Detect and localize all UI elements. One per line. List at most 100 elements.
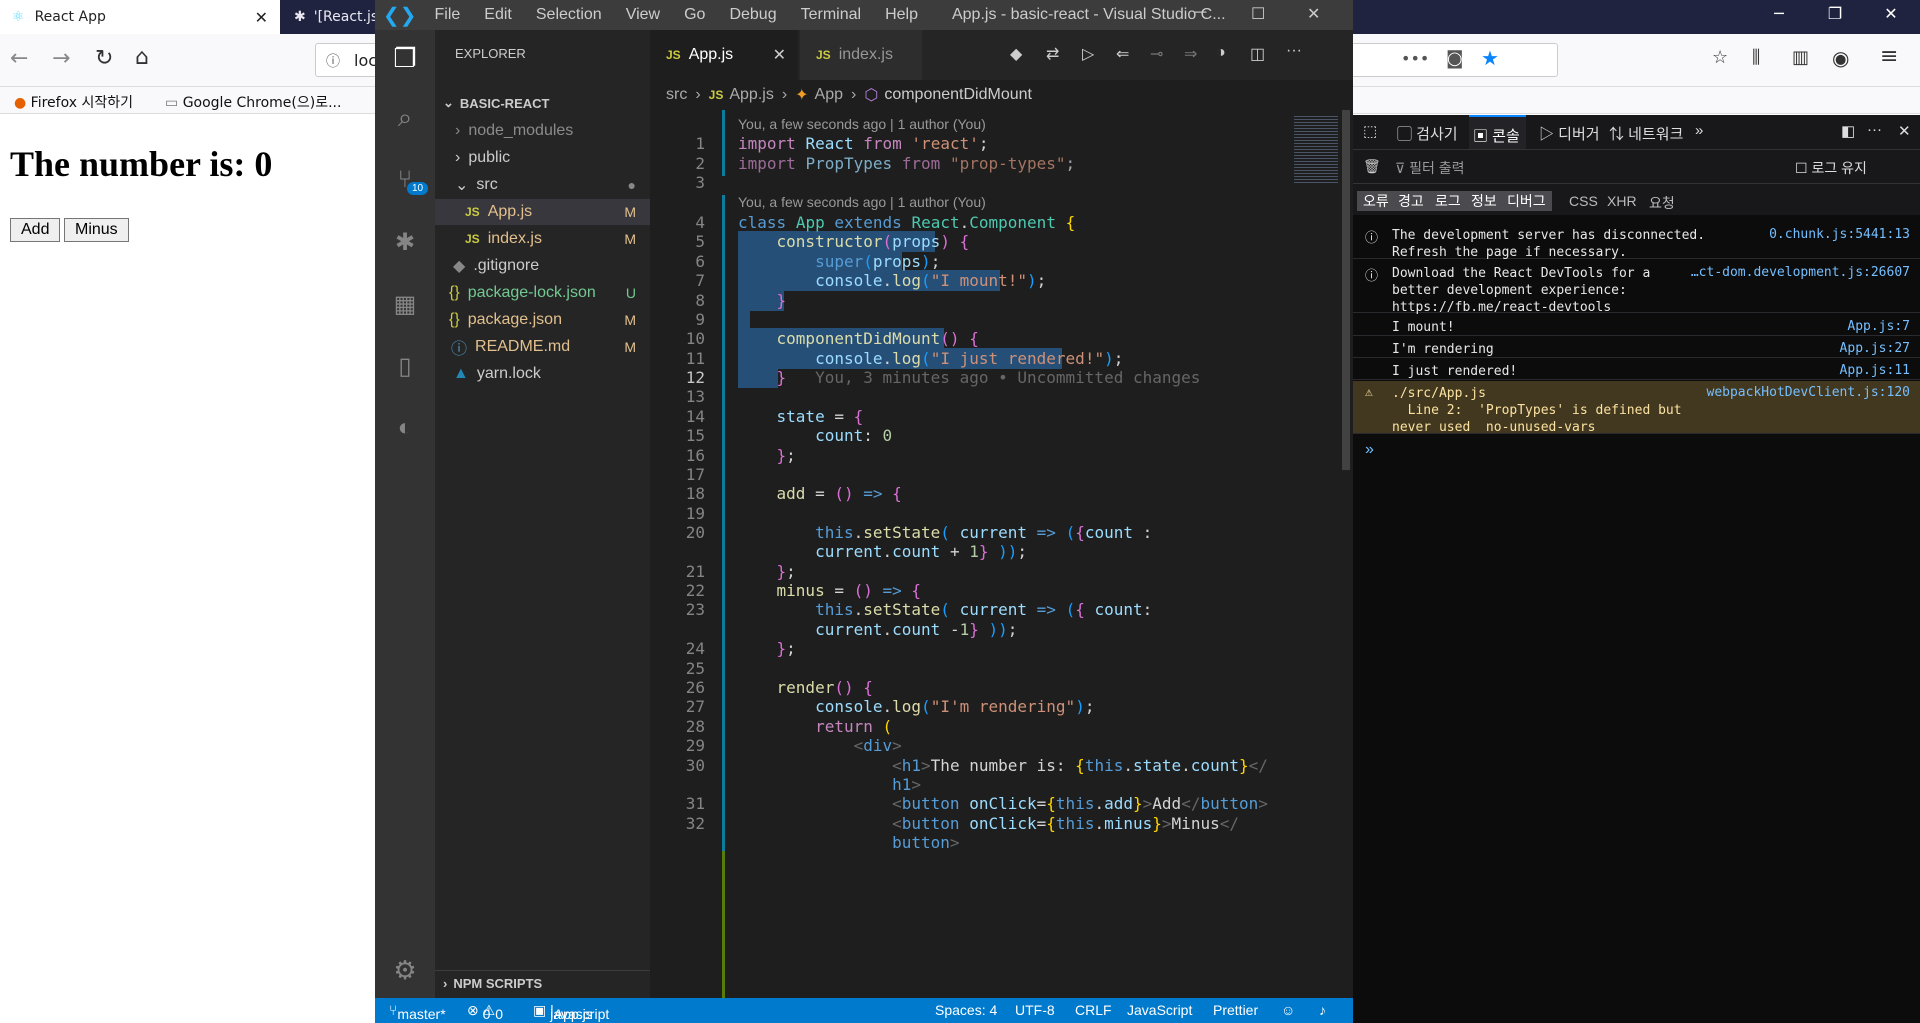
split-editor-icon[interactable]: ◫ xyxy=(1250,44,1265,64)
back-icon[interactable]: ← xyxy=(10,46,28,71)
menu-view[interactable]: View xyxy=(626,6,660,23)
notifications-bell-icon[interactable]: ♪ xyxy=(1319,1002,1326,1018)
vscode-close-button[interactable]: ✕ xyxy=(1307,4,1320,24)
close-tab-icon[interactable]: ✕ xyxy=(773,45,786,65)
git-graph-icon[interactable]: ◐ xyxy=(375,400,435,456)
window-close-button[interactable]: ✕ xyxy=(1868,0,1914,28)
message-source-link[interactable]: App.js:11 xyxy=(1840,363,1910,378)
bookmark-firefox[interactable]: ● Firefox 시작하기 xyxy=(14,92,133,112)
bookmark-folder-chrome[interactable]: ▭ Google Chrome(으)로... xyxy=(165,92,341,112)
library-icon[interactable]: ⫼ xyxy=(1752,47,1760,68)
message-source-link[interactable]: App.js:7 xyxy=(1847,319,1910,334)
message-source-link[interactable]: 0.chunk.js:5441:13 xyxy=(1769,227,1910,242)
breadcrumb-file[interactable]: App.js xyxy=(729,86,773,104)
message-source-link[interactable]: …ct-dom.development.js:26607 xyxy=(1691,265,1910,280)
menu-edit[interactable]: Edit xyxy=(484,6,512,23)
level-warnings[interactable]: 경고 xyxy=(1392,191,1430,211)
search-icon[interactable]: ⌕ xyxy=(375,90,435,146)
forward-icon[interactable]: → xyxy=(52,46,70,71)
open-changes-icon[interactable]: ◑ xyxy=(1216,44,1226,62)
devtools-close-icon[interactable]: ✕ xyxy=(1898,122,1911,140)
debug-icon[interactable]: ✱ xyxy=(375,214,435,270)
tab-inspector[interactable]: ▢ 검사기 xyxy=(1397,123,1458,144)
scrollbar[interactable] xyxy=(1342,110,1350,470)
account-icon[interactable]: ◉ xyxy=(1832,46,1849,70)
menu-go[interactable]: Go xyxy=(684,6,705,23)
add-button[interactable]: Add xyxy=(10,218,61,242)
tree-item-index-js[interactable]: JS index.js M xyxy=(435,226,650,252)
encoding-status[interactable]: UTF-8 xyxy=(1015,1002,1055,1018)
tree-item-src[interactable]: ⌄ src ● xyxy=(435,172,650,198)
clear-console-icon[interactable]: 🗑 xyxy=(1363,158,1381,175)
code-lens[interactable]: You, a few seconds ago | 1 author (You) xyxy=(738,194,986,210)
code-editor[interactable]: You, a few seconds ago | 1 author (You) … xyxy=(650,110,1280,998)
tab-app-js[interactable]: JS App.js ✕ xyxy=(650,30,798,80)
level-info[interactable]: 정보 xyxy=(1465,191,1503,211)
tree-item-app-js[interactable]: JS App.js M xyxy=(435,199,650,225)
source-control-icon[interactable]: ⑂ 10 xyxy=(375,152,435,208)
level-debug[interactable]: 디버그 xyxy=(1501,191,1552,211)
settings-gear-icon[interactable]: ⚙ xyxy=(375,942,435,998)
reading-list-icon[interactable]: ☆ xyxy=(1712,47,1728,68)
tab-console[interactable]: ▣ 콘솔 xyxy=(1469,115,1526,149)
tab-network[interactable]: ⇅ 네트워크 xyxy=(1609,123,1683,144)
reload-icon[interactable]: ↻ xyxy=(95,46,113,71)
info-icon[interactable]: ⓘ xyxy=(326,51,340,71)
problems-status[interactable]: ⊗ 0 ⚠ 0 xyxy=(467,1002,503,1022)
compare-changes-icon[interactable]: ⇄ xyxy=(1046,44,1059,64)
tree-item-readme[interactable]: ⓘ README.md M xyxy=(435,334,650,360)
window-minimize-button[interactable]: ─ xyxy=(1756,0,1802,28)
tree-item-public[interactable]: › public xyxy=(435,145,650,171)
message-source-link[interactable]: App.js:27 xyxy=(1840,341,1910,356)
close-tab-icon[interactable]: ✕ xyxy=(255,8,268,27)
minus-button[interactable]: Minus xyxy=(64,218,129,242)
menu-debug[interactable]: Debug xyxy=(729,6,776,23)
commit-icon[interactable]: ⊸ xyxy=(1150,44,1163,64)
menu-file[interactable]: File xyxy=(435,6,461,23)
context-status[interactable]: ▣ javascript | App.js xyxy=(533,1002,609,1022)
language-mode-status[interactable]: JavaScript xyxy=(1127,1002,1192,1018)
tree-item-package-lock[interactable]: {} package-lock.json U xyxy=(435,280,650,306)
menu-icon[interactable]: ≡ xyxy=(1880,44,1898,69)
prettier-status[interactable]: Prettier xyxy=(1213,1002,1258,1018)
devtools-options-icon[interactable]: ··· xyxy=(1867,121,1882,138)
more-tabs-icon[interactable]: » xyxy=(1695,122,1703,139)
tree-item-yarn-lock[interactable]: ▲ yarn.lock xyxy=(435,361,650,387)
code-lens[interactable]: You, a few seconds ago | 1 author (You) xyxy=(738,116,986,132)
level-errors[interactable]: 오류 xyxy=(1357,191,1395,211)
indentation-status[interactable]: Spaces: 4 xyxy=(935,1002,997,1018)
run-icon[interactable]: ▷ xyxy=(1082,44,1094,64)
tab-debugger[interactable]: ▷ 디버거 xyxy=(1539,123,1600,144)
project-header[interactable]: ⌄ BASIC-REACT xyxy=(435,90,650,116)
filter-input[interactable]: ⊽ 필터 출력 xyxy=(1395,158,1465,178)
dock-icon[interactable]: ◧ xyxy=(1841,122,1855,140)
vscode-maximize-button[interactable]: ☐ xyxy=(1251,4,1265,24)
breadcrumb-class[interactable]: App xyxy=(815,86,843,104)
npm-scripts-header[interactable]: › NPM SCRIPTS xyxy=(435,970,650,996)
tree-item-gitignore[interactable]: ◆ .gitignore xyxy=(435,253,650,279)
breadcrumb-method[interactable]: componentDidMount xyxy=(884,86,1032,104)
home-icon[interactable]: ⌂ xyxy=(135,45,149,70)
tree-item-node-modules[interactable]: › node_modules xyxy=(435,118,650,144)
element-picker-icon[interactable]: ⬚ xyxy=(1363,122,1377,140)
page-actions-icon[interactable]: ••• xyxy=(1401,49,1429,68)
persist-logs-checkbox[interactable]: ☐ 로그 유지 xyxy=(1795,158,1867,178)
git-commit-icon[interactable]: ◆ xyxy=(1010,44,1022,64)
menu-help[interactable]: Help xyxy=(885,6,918,23)
filter-css[interactable]: CSS xyxy=(1569,193,1598,209)
filter-xhr[interactable]: XHR xyxy=(1607,193,1637,209)
vscode-minimize-button[interactable]: ─ xyxy=(1195,4,1206,22)
next-change-icon[interactable]: ⇒ xyxy=(1184,44,1197,64)
more-actions-icon[interactable]: ··· xyxy=(1286,42,1302,60)
browser-tab-other[interactable]: ✱ '[React.js xyxy=(282,0,382,34)
pocket-icon[interactable]: ◙ xyxy=(1446,48,1463,69)
breadcrumb-src[interactable]: src xyxy=(666,86,687,104)
menu-selection[interactable]: Selection xyxy=(536,6,602,23)
level-logs[interactable]: 로그 xyxy=(1429,191,1467,211)
tab-index-js[interactable]: JS index.js xyxy=(800,30,922,80)
bookmarks-icon[interactable]: ▯ xyxy=(375,338,435,394)
extensions-icon[interactable]: ▦ xyxy=(375,276,435,332)
prev-change-icon[interactable]: ⇐ xyxy=(1116,44,1129,64)
eol-status[interactable]: CRLF xyxy=(1075,1002,1112,1018)
branch-status[interactable]: ⑂ master* xyxy=(389,1002,446,1022)
